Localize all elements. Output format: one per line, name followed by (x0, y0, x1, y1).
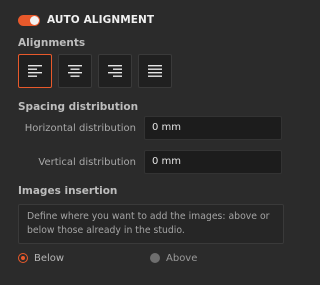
radio-above-dot (150, 253, 160, 263)
auto-alignment-header: AUTO ALIGNMENT (18, 0, 282, 31)
align-justify-button[interactable] (138, 54, 172, 88)
align-center-button[interactable] (58, 54, 92, 88)
radio-below[interactable]: Below (18, 253, 150, 264)
radio-below-dot (18, 253, 28, 263)
align-left-icon (28, 65, 42, 77)
horizontal-distribution-input[interactable]: 0 mm (144, 116, 282, 140)
horizontal-distribution-row: Horizontal distribution 0 mm (18, 116, 282, 140)
align-right-icon (108, 65, 122, 77)
spacing-distribution-label: Spacing distribution (18, 101, 139, 113)
radio-below-label: Below (34, 252, 65, 264)
horizontal-distribution-label: Horizontal distribution (24, 122, 136, 134)
vertical-distribution-label: Vertical distribution (38, 156, 136, 168)
panel-title: AUTO ALIGNMENT (47, 14, 155, 26)
auto-alignment-panel: AUTO ALIGNMENT Alignments Spacing distri… (0, 0, 300, 285)
align-right-button[interactable] (98, 54, 132, 88)
auto-alignment-toggle[interactable] (18, 14, 40, 26)
alignment-buttons (18, 54, 282, 88)
align-left-button[interactable] (18, 54, 52, 88)
align-center-icon (68, 65, 82, 77)
images-insertion-info: Define where you want to add the images:… (18, 204, 284, 244)
align-justify-icon (148, 65, 162, 77)
radio-above-label: Above (166, 252, 198, 264)
radio-above[interactable]: Above (150, 253, 282, 264)
images-insertion-label: Images insertion (18, 185, 118, 197)
vertical-distribution-input[interactable]: 0 mm (144, 150, 282, 174)
toggle-knob (30, 15, 39, 25)
insertion-position-radios: Below Above (18, 250, 282, 266)
alignments-label: Alignments (18, 37, 86, 49)
vertical-distribution-row: Vertical distribution 0 mm (18, 150, 282, 174)
